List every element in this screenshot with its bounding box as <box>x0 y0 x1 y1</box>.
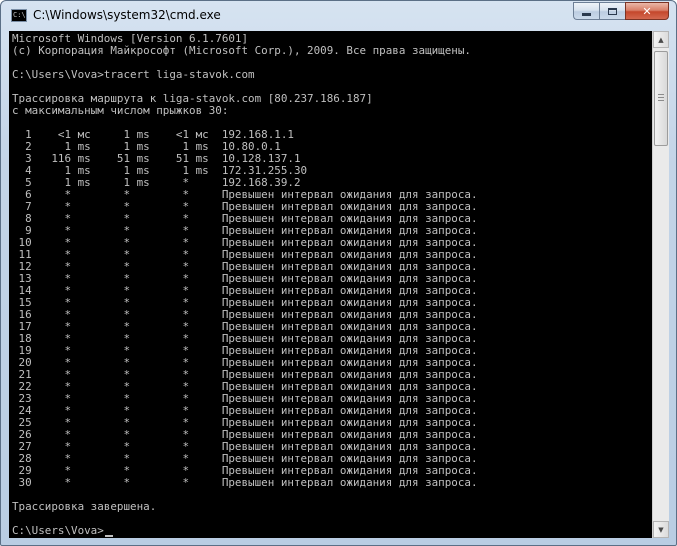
thumb-grip <box>658 97 664 98</box>
text-cursor <box>104 535 113 537</box>
console-line: Трассировка завершена. <box>12 500 157 513</box>
minimize-icon <box>582 12 591 16</box>
maximize-icon <box>608 7 617 15</box>
console-line: C:\Users\Vova> <box>12 525 113 537</box>
caption-buttons: ✕ <box>573 2 669 21</box>
scroll-up-arrow-icon: ▲ <box>658 35 664 44</box>
title-bar[interactable]: C:\ C:\Windows\system32\cmd.exe ✕ <box>1 1 676 31</box>
scroll-up-button[interactable]: ▲ <box>653 31 669 48</box>
cmd-window: C:\ C:\Windows\system32\cmd.exe ✕ Micros… <box>0 0 677 546</box>
console-line: C:\Users\Vova>tracert liga-stavok.com <box>12 68 255 81</box>
close-button[interactable]: ✕ <box>625 2 669 20</box>
close-icon: ✕ <box>642 4 652 18</box>
thumb-grip <box>658 94 664 95</box>
console-output[interactable]: Microsoft Windows [Version 6.1.7601] (c) … <box>9 31 652 538</box>
vertical-scrollbar[interactable]: ▲ ▼ <box>652 31 669 538</box>
maximize-button[interactable] <box>599 2 625 20</box>
cmd-app-icon[interactable]: C:\ <box>11 9 27 22</box>
thumb-grip <box>658 100 664 101</box>
console-line: с максимальным числом прыжков 30: <box>12 104 229 117</box>
console-line: (c) Корпорация Майкрософт (Microsoft Cor… <box>12 44 471 57</box>
scroll-down-arrow-icon: ▼ <box>658 525 664 534</box>
scroll-down-button[interactable]: ▼ <box>653 521 669 538</box>
console-line: 30 * * * Превышен интервал ожидания для … <box>12 476 478 489</box>
scrollbar-thumb[interactable] <box>654 51 668 146</box>
window-title: C:\Windows\system32\cmd.exe <box>33 8 221 22</box>
minimize-button[interactable] <box>573 2 599 20</box>
